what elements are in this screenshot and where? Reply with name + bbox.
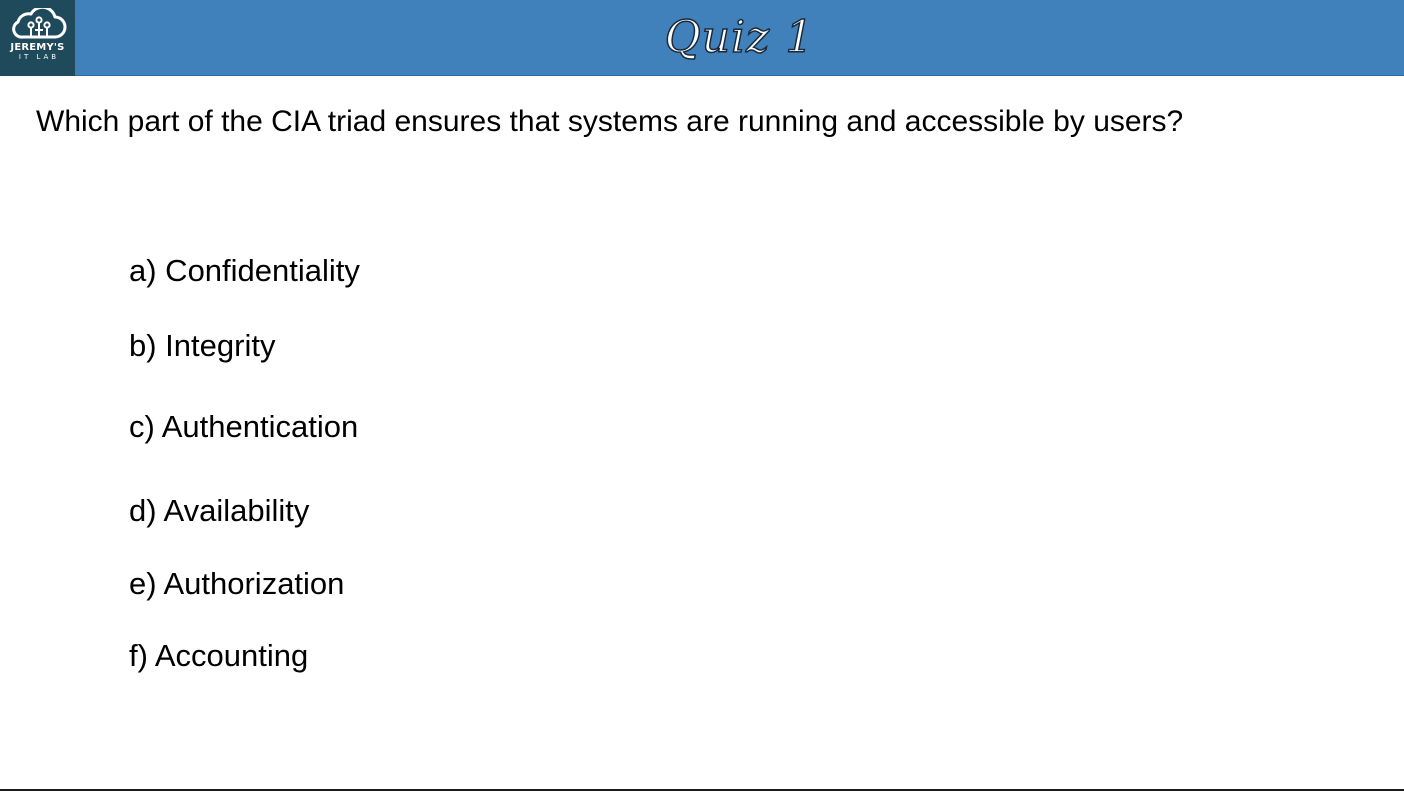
answer-option-e: e) Authorization bbox=[129, 566, 345, 601]
bottom-divider bbox=[0, 789, 1404, 791]
cloud-circuit-icon bbox=[11, 8, 66, 39]
slide-header: JEREMY'S IT LAB Quiz 1 bbox=[0, 0, 1404, 76]
answer-option-d: d) Availability bbox=[129, 493, 310, 528]
answer-option-a: a) Confidentiality bbox=[129, 253, 360, 288]
logo-line-1: JEREMY'S bbox=[10, 42, 65, 53]
question-text: Which part of the CIA triad ensures that… bbox=[36, 105, 1184, 138]
answer-option-f: f) Accounting bbox=[129, 638, 309, 673]
slide-title: Quiz 1 bbox=[664, 11, 815, 64]
answer-option-b: b) Integrity bbox=[129, 328, 276, 363]
logo-line-2: IT LAB bbox=[18, 53, 60, 61]
answer-option-c: c) Authentication bbox=[129, 409, 359, 444]
jeremys-it-lab-logo: JEREMY'S IT LAB bbox=[0, 0, 75, 76]
